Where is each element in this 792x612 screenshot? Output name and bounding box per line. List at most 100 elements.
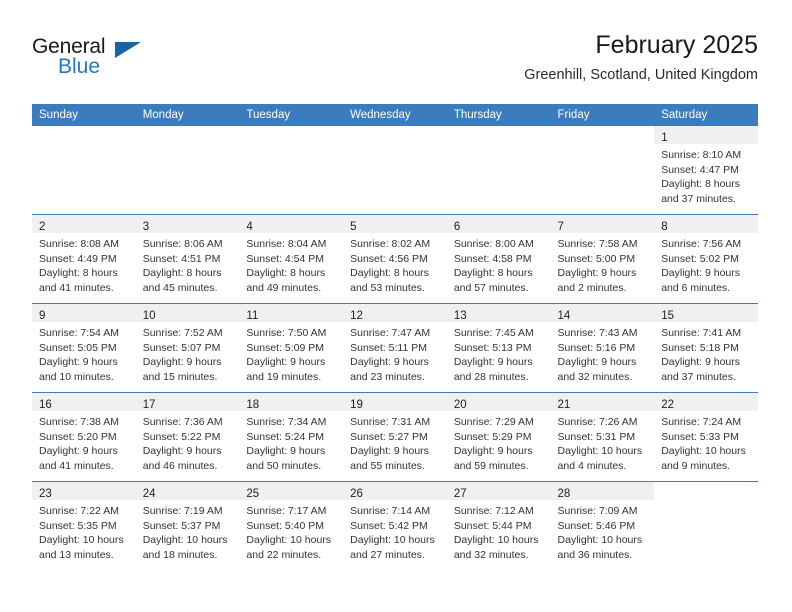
daylight-text-line1: Daylight: 9 hours [142,356,222,369]
calendar-day-cell[interactable]: 22 Sunrise: 7:24 AM Sunset: 5:33 PM Dayligh… [654,392,758,482]
calendar-day-cell[interactable]: 8 Sunrise: 7:56 AM Sunset: 5:02 PM Daylight… [654,214,758,304]
daylight-text-line2: and 32 minutes. [557,370,633,383]
day-number: 5 [350,221,357,233]
daylight-text-line1: Daylight: 8 hours [453,267,533,280]
calendar-day-cell[interactable]: 13 Sunrise: 7:45 AM Sunset: 5:13 PM Dayligh… [446,303,551,393]
day-number-band: 18 [239,393,344,411]
daylight-text-line2: and 2 minutes. [557,281,627,294]
generalblue-logo[interactable]: General Blue [32,36,152,84]
sunset-text: Sunset: 5:46 PM [557,519,636,532]
day-number-band: 1 [654,126,758,144]
day-details: Sunrise: 7:22 AM Sunset: 5:35 PM Daylight:… [32,500,136,562]
sunset-text: Sunset: 5:29 PM [453,430,532,443]
calendar-day-cell[interactable]: 10 Sunrise: 7:52 AM Sunset: 5:07 PM Dayligh… [135,303,240,393]
calendar-day-cell[interactable]: 27 Sunrise: 7:12 AM Sunset: 5:44 PM Dayligh… [446,481,551,570]
calendar-day-cell[interactable]: 26 Sunrise: 7:14 AM Sunset: 5:42 PM Dayligh… [343,481,447,570]
calendar-day-cell[interactable]: 23 Sunrise: 7:22 AM Sunset: 5:35 PM Dayligh… [32,481,136,570]
calendar-day-cell[interactable]: 28 Sunrise: 7:09 AM Sunset: 5:46 PM Dayligh… [550,481,655,570]
daylight-text-line2: and 28 minutes. [453,370,529,383]
day-details: Sunrise: 7:36 AM Sunset: 5:22 PM Daylight:… [136,411,240,473]
day-number-band: 2 [32,215,136,233]
sunrise-text: Sunrise: 7:36 AM [142,416,223,428]
daylight-text-line1: Daylight: 10 hours [246,534,332,547]
daylight-text-line1: Daylight: 10 hours [661,445,746,458]
sunset-text: Sunset: 5:02 PM [661,252,739,265]
day-number: 17 [142,399,156,411]
daylight-text-line2: and 10 minutes. [39,370,114,383]
daylight-text-line2: and 49 minutes. [246,281,322,294]
calendar-day-cell[interactable]: 2 Sunrise: 8:08 AM Sunset: 4:49 PM Daylight… [32,214,136,304]
calendar-week-row: 23 Sunrise: 7:22 AM Sunset: 5:35 PM Dayligh… [32,481,758,570]
day-number: 6 [453,221,461,233]
day-number: 21 [557,399,571,411]
day-details: Sunrise: 7:52 AM Sunset: 5:07 PM Daylight:… [136,322,240,384]
day-details: Sunrise: 7:50 AM Sunset: 5:09 PM Daylight:… [239,322,343,384]
daylight-text-line2: and 9 minutes. [661,459,731,472]
day-number: 23 [39,488,52,500]
sunset-text: Sunset: 5:11 PM [350,341,427,354]
sunset-text: Sunset: 4:51 PM [142,252,221,265]
calendar-week-row: 9 Sunrise: 7:54 AM Sunset: 5:05 PM Daylight… [32,303,758,393]
day-number-band: 16 [32,393,136,411]
calendar-day-cell[interactable]: 11 Sunrise: 7:50 AM Sunset: 5:09 PM Dayligh… [239,303,344,393]
day-details: Sunrise: 7:14 AM Sunset: 5:42 PM Daylight:… [343,500,447,562]
daylight-text-line1: Daylight: 8 hours [142,267,222,280]
sunset-text: Sunset: 4:47 PM [661,163,739,176]
calendar-day-cell[interactable]: 6 Sunrise: 8:00 AM Sunset: 4:58 PM Daylight… [446,214,551,304]
daylight-text-line1: Daylight: 9 hours [39,356,118,369]
calendar-day-cell[interactable]: 19 Sunrise: 7:31 AM Sunset: 5:27 PM Dayligh… [343,392,447,482]
sunset-text: Sunset: 4:54 PM [246,252,325,265]
sunrise-text: Sunrise: 7:54 AM [39,327,119,339]
day-details: Sunrise: 8:04 AM Sunset: 4:54 PM Daylight:… [239,233,343,295]
daylight-text-line1: Daylight: 10 hours [142,534,228,547]
calendar-day-cell[interactable]: 16 Sunrise: 7:38 AM Sunset: 5:20 PM Dayligh… [32,392,136,482]
sunset-text: Sunset: 5:00 PM [557,252,636,265]
calendar-day-cell[interactable]: 12 Sunrise: 7:47 AM Sunset: 5:11 PM Dayligh… [343,303,447,393]
calendar-day-cell[interactable]: 18 Sunrise: 7:34 AM Sunset: 5:24 PM Dayligh… [239,392,344,482]
daylight-text-line1: Daylight: 9 hours [661,356,741,369]
daylight-text-line1: Daylight: 9 hours [39,445,118,458]
calendar-day-cell[interactable]: 24 Sunrise: 7:19 AM Sunset: 5:37 PM Dayligh… [135,481,240,570]
day-number: 28 [557,488,571,500]
daylight-text-line1: Daylight: 8 hours [39,267,118,280]
daylight-text-line2: and 6 minutes. [661,281,731,294]
calendar-day-cell[interactable]: 1 Sunrise: 8:10 AM Sunset: 4:47 PM Daylight… [654,126,758,215]
calendar-day-cell[interactable]: 17 Sunrise: 7:36 AM Sunset: 5:22 PM Dayligh… [135,392,240,482]
sunrise-text: Sunrise: 7:56 AM [661,238,742,250]
daylight-text-line2: and 46 minutes. [142,459,218,472]
sunset-text: Sunset: 5:40 PM [246,519,325,532]
calendar-day-cell[interactable]: 20 Sunrise: 7:29 AM Sunset: 5:29 PM Dayligh… [446,392,551,482]
sunrise-text: Sunrise: 7:47 AM [350,327,431,339]
day-number: 27 [453,488,467,500]
daylight-text-line1: Daylight: 10 hours [557,534,643,547]
calendar-day-cell[interactable]: 21 Sunrise: 7:26 AM Sunset: 5:31 PM Dayligh… [550,392,655,482]
day-number: 24 [142,488,156,500]
calendar-day-cell[interactable]: 25 Sunrise: 7:17 AM Sunset: 5:40 PM Dayligh… [239,481,344,570]
calendar-day-cell[interactable]: 4 Sunrise: 8:04 AM Sunset: 4:54 PM Daylight… [239,214,344,304]
sunset-text: Sunset: 5:09 PM [246,341,325,354]
logo-text-blue: Blue [58,55,101,78]
day-number-band [32,126,136,144]
sunrise-text: Sunrise: 7:29 AM [453,416,534,428]
sunrise-text: Sunrise: 7:45 AM [453,327,534,339]
daylight-text-line2: and 41 minutes. [39,459,114,472]
calendar-day-cell[interactable]: 14 Sunrise: 7:43 AM Sunset: 5:16 PM Dayligh… [550,303,655,393]
day-number-band: 15 [654,304,758,322]
calendar-day-cell[interactable]: 15 Sunrise: 7:41 AM Sunset: 5:18 PM Dayligh… [654,303,758,393]
day-details: Sunrise: 7:29 AM Sunset: 5:29 PM Daylight:… [447,411,551,473]
calendar-day-cell[interactable]: 7 Sunrise: 7:58 AM Sunset: 5:00 PM Daylight… [550,214,655,304]
calendar-day-cell[interactable]: 5 Sunrise: 8:02 AM Sunset: 4:56 PM Daylight… [343,214,447,304]
title-block: February 2025 Greenhill, Scotland, Unite… [524,30,758,86]
day-number-band: 7 [550,215,655,233]
day-details: Sunrise: 7:56 AM Sunset: 5:02 PM Daylight:… [654,233,758,295]
calendar-day-cell[interactable]: 3 Sunrise: 8:06 AM Sunset: 4:51 PM Daylight… [135,214,240,304]
sunrise-text: Sunrise: 7:22 AM [39,505,119,517]
calendar-day-cell[interactable]: 9 Sunrise: 7:54 AM Sunset: 5:05 PM Daylight… [32,303,136,393]
day-number: 16 [39,399,52,411]
day-number-band: 11 [239,304,344,322]
day-details: Sunrise: 8:08 AM Sunset: 4:49 PM Daylight:… [32,233,136,295]
weekday-header-saturday: Saturday [654,104,758,126]
daylight-text-line2: and 37 minutes. [661,192,736,205]
weekday-header-friday: Friday [550,104,655,126]
day-number-band [550,126,655,144]
